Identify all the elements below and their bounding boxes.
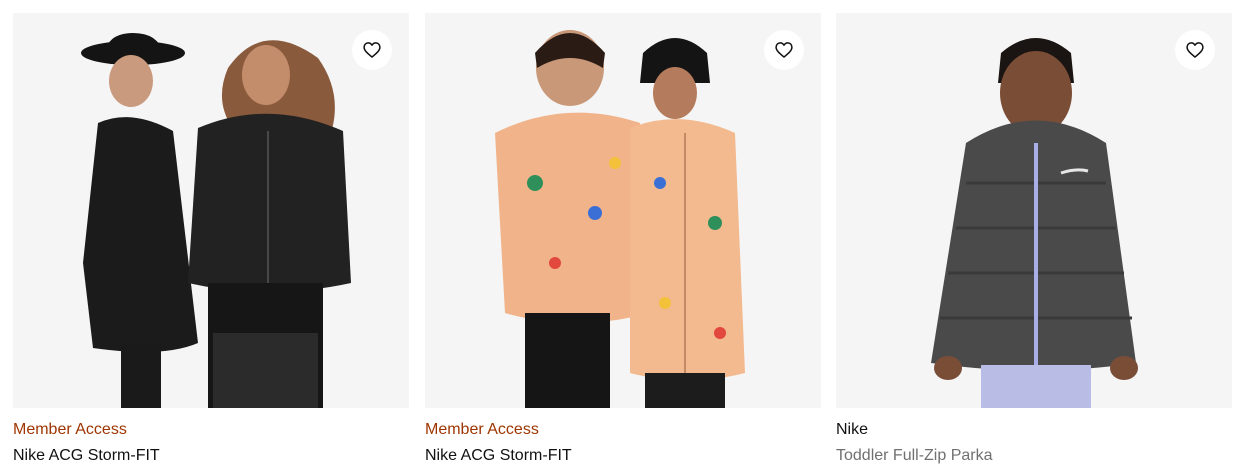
product-photo-kids-peach-jackets: [495, 30, 745, 408]
favorite-button[interactable]: [764, 30, 804, 70]
product-subtitle: Toddler Full-Zip Parka: [836, 447, 993, 464]
member-access-badge: Member Access: [13, 421, 127, 438]
heart-outline-icon: [363, 42, 381, 58]
product-brand[interactable]: Nike: [836, 420, 1232, 440]
favorite-button[interactable]: [1175, 30, 1215, 70]
product-image[interactable]: [13, 13, 409, 408]
product-image[interactable]: [425, 13, 821, 408]
product-photo-toddler-parka: [931, 38, 1138, 408]
product-image[interactable]: [836, 13, 1232, 408]
product-info: Member Access Nike ACG Storm-FIT: [425, 408, 821, 466]
heart-outline-icon: [775, 42, 793, 58]
favorite-button[interactable]: [352, 30, 392, 70]
product-info: Member Access Nike ACG Storm-FIT: [13, 408, 409, 466]
product-grid: Member Access Nike ACG Storm-FIT Member …: [0, 0, 1238, 473]
heart-outline-icon: [1186, 42, 1204, 58]
product-info: Nike Toddler Full-Zip Parka: [836, 408, 1232, 466]
product-title[interactable]: Nike ACG Storm-FIT: [13, 446, 409, 466]
product-title[interactable]: Nike ACG Storm-FIT: [425, 446, 821, 466]
product-photo-kids-black-jackets: [81, 33, 351, 408]
product-card[interactable]: Nike Toddler Full-Zip Parka: [836, 13, 1232, 466]
product-card[interactable]: Member Access Nike ACG Storm-FIT: [13, 13, 409, 466]
member-access-badge: Member Access: [425, 421, 539, 438]
product-card[interactable]: Member Access Nike ACG Storm-FIT: [425, 13, 821, 466]
